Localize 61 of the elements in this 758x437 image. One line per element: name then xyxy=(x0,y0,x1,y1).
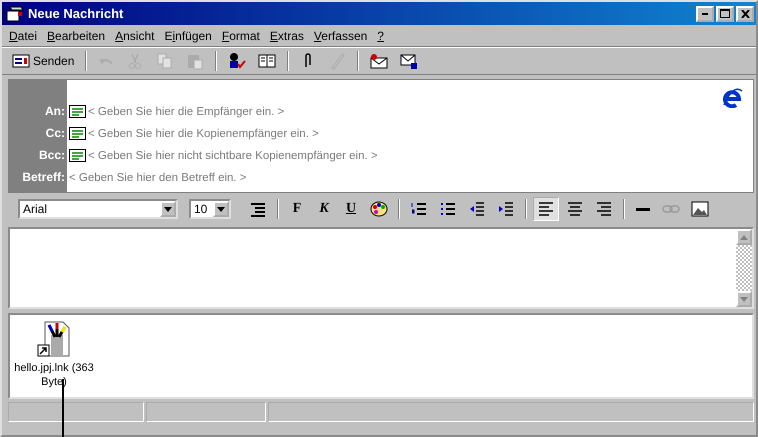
recipient-field[interactable]: < Geben Sie hier den Betreff ein. > xyxy=(69,172,753,184)
close-icon xyxy=(740,10,750,18)
send-button[interactable]: Senden xyxy=(8,49,78,73)
field-label: An: xyxy=(45,103,65,120)
person-check-icon xyxy=(228,52,246,70)
field-label: Betreff: xyxy=(22,169,65,186)
field-label: Bcc: xyxy=(38,147,65,164)
menu-item[interactable]: Bearbeiten xyxy=(42,26,110,44)
mail-icon xyxy=(6,6,24,22)
message-body[interactable] xyxy=(8,227,754,309)
menu-item[interactable]: Verfassen xyxy=(308,26,372,44)
align-center-icon xyxy=(566,200,584,218)
maximize-icon xyxy=(720,9,730,18)
scroll-up-button[interactable] xyxy=(736,229,752,245)
envelope-seal-icon xyxy=(370,52,388,70)
menu-item[interactable]: Format xyxy=(216,26,265,44)
format-button[interactable]: U xyxy=(339,197,363,221)
format-button[interactable]: K xyxy=(312,197,336,221)
align-right-icon xyxy=(595,200,613,218)
format-button[interactable] xyxy=(533,197,559,221)
triangle-up-icon xyxy=(740,234,748,240)
address-card-icon[interactable] xyxy=(69,148,86,162)
browser-logo-icon xyxy=(723,88,743,108)
font-dropdown[interactable]: Arial xyxy=(18,199,178,219)
send-icon xyxy=(12,52,30,70)
outdent-icon xyxy=(468,200,486,218)
field-label: Cc: xyxy=(46,125,65,142)
leader-line xyxy=(62,379,64,437)
close-button[interactable] xyxy=(736,6,754,22)
menu-item[interactable]: Einfügen xyxy=(159,26,217,44)
paste-icon xyxy=(186,52,204,70)
shortcut-file-icon[interactable] xyxy=(37,321,71,357)
address-card-icon[interactable] xyxy=(69,126,86,140)
menu-item[interactable]: Datei xyxy=(4,26,42,44)
recipient-field[interactable]: < Geben Sie hier die Kopienempfänger ein. > xyxy=(88,128,753,140)
menu-item[interactable]: Extras xyxy=(264,26,309,44)
image-icon xyxy=(691,200,709,218)
menu-item[interactable]: ? xyxy=(372,26,389,44)
address-card-icon[interactable] xyxy=(69,104,86,118)
recipient-field[interactable]: < Geben Sie hier nicht sichtbare Kopienempfänger ein. > xyxy=(88,150,753,162)
palette-icon xyxy=(370,200,388,218)
paperclip-icon xyxy=(304,53,312,69)
maximize-button[interactable] xyxy=(716,6,734,22)
window-title: Neue Nachricht xyxy=(28,6,124,21)
recipient-field[interactable]: < Geben Sie hier die Empfänger ein. > xyxy=(88,106,753,118)
size-dropdown[interactable]: 10 xyxy=(189,199,231,219)
scroll-down-button[interactable] xyxy=(736,291,752,307)
indent-icon xyxy=(497,200,515,218)
format-button[interactable]: F xyxy=(285,197,309,221)
address-book-icon xyxy=(258,52,276,70)
triangle-down-icon xyxy=(740,296,748,302)
paragraph-style-icon xyxy=(249,200,267,218)
minimize-button[interactable] xyxy=(696,6,714,22)
bullet-list-icon xyxy=(439,200,457,218)
envelope-lock-icon xyxy=(400,52,418,70)
copy-icon xyxy=(156,52,174,70)
menu-item[interactable]: Ansicht xyxy=(110,26,160,44)
numbered-list-icon xyxy=(410,200,428,218)
scrollbar[interactable] xyxy=(736,229,752,307)
align-left-icon xyxy=(537,200,555,218)
minimize-icon xyxy=(702,12,708,14)
